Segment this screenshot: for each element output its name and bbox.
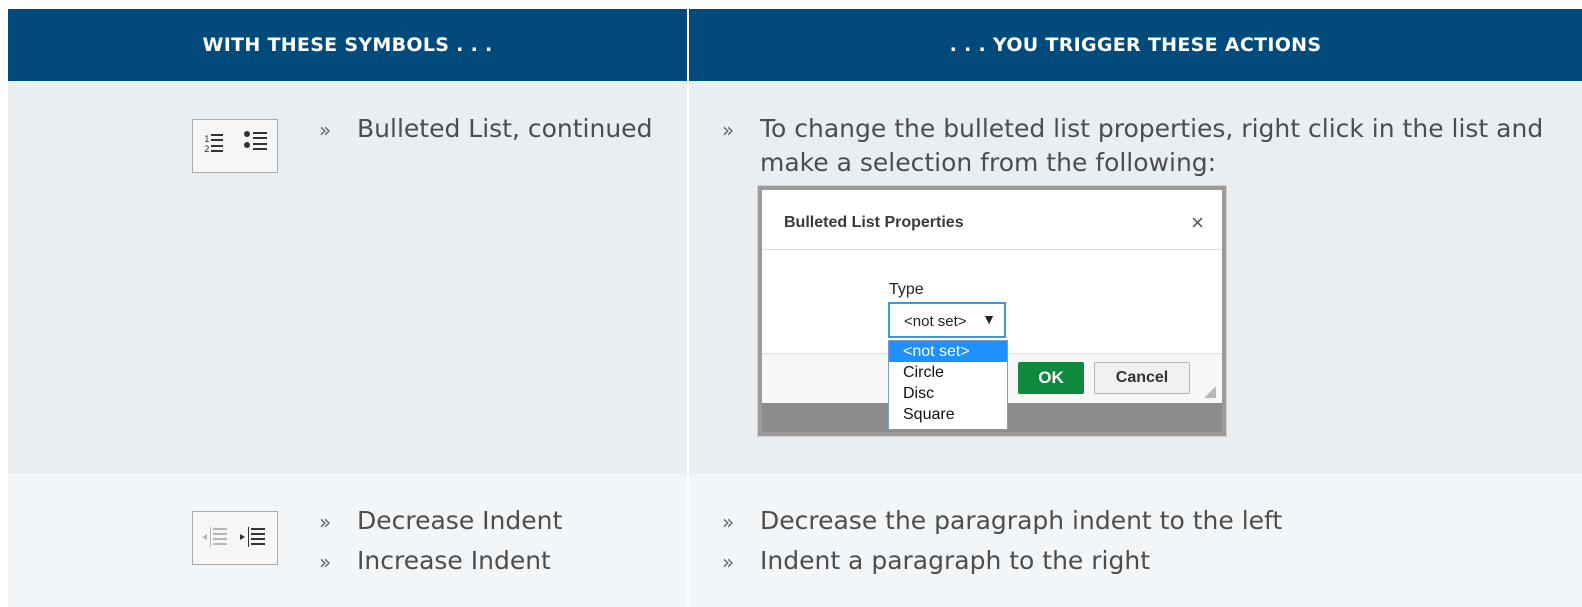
symbol-decrease-indent: » Decrease Indent <box>319 504 562 539</box>
symbol-increase-indent: » Increase Indent <box>319 544 551 579</box>
action-bulleted-list-line1: » To change the bulleted list properties,… <box>722 112 1543 147</box>
bullet-marker: » <box>722 550 735 574</box>
type-option-not-set[interactable]: <not set> <box>889 341 1007 362</box>
bullet-marker: » <box>722 510 735 534</box>
bullet-marker: » <box>319 118 332 142</box>
resize-grip-icon[interactable] <box>1204 386 1216 398</box>
type-option-square[interactable]: Square <box>889 404 1007 425</box>
bulleted-list-properties-dialog: Bulleted List Properties × Type <not set… <box>757 185 1227 437</box>
type-select-value: <not set> <box>904 313 967 330</box>
cancel-button[interactable]: Cancel <box>1094 362 1190 394</box>
action-increase-indent: » Indent a paragraph to the right <box>722 544 1150 579</box>
close-icon[interactable]: × <box>1191 210 1204 236</box>
type-dropdown-list: <not set> Circle Disc Square <box>888 340 1008 430</box>
bulleted-list-icon <box>244 131 267 150</box>
type-option-circle[interactable]: Circle <box>889 362 1007 383</box>
header-actions: . . . YOU TRIGGER THESE ACTIONS <box>689 9 1582 81</box>
action-decrease-indent: » Decrease the paragraph indent to the le… <box>722 504 1282 539</box>
header-symbols: WITH THESE SYMBOLS . . . <box>8 9 687 81</box>
bullet-marker: » <box>319 510 332 534</box>
svg-text:2: 2 <box>204 145 210 155</box>
symbol-bulleted-list: » Bulleted List, continued <box>319 112 652 147</box>
dialog-titlebar: Bulleted List Properties × <box>762 190 1222 250</box>
row-indent-symbols <box>8 473 687 607</box>
increase-indent-icon <box>240 527 265 547</box>
bullet-marker: » <box>722 118 735 142</box>
row-indent-actions <box>689 473 1582 607</box>
type-select[interactable]: <not set> ▼ <box>888 302 1006 338</box>
column-divider <box>687 9 689 607</box>
bullet-marker: » <box>319 550 332 574</box>
decrease-indent-icon <box>202 527 227 547</box>
svg-text:1: 1 <box>204 135 210 145</box>
indent-icons-box <box>192 511 278 565</box>
ok-button[interactable]: OK <box>1018 362 1084 394</box>
type-option-disc[interactable]: Disc <box>889 383 1007 404</box>
dialog-title: Bulleted List Properties <box>784 214 964 231</box>
chevron-down-icon: ▼ <box>982 311 996 327</box>
type-label: Type <box>889 281 924 298</box>
action-bulleted-list-line2: make a selection from the following: <box>760 148 1217 177</box>
